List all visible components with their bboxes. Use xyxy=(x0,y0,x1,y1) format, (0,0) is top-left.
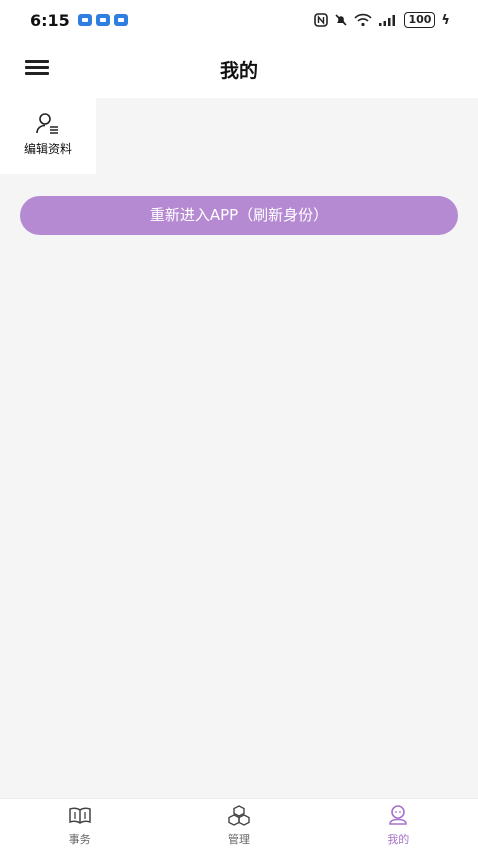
bottom-nav: 事务 管理 我的 xyxy=(0,798,478,850)
edit-profile-button[interactable]: 编辑资料 xyxy=(0,98,96,174)
status-bar: 6:15 100 ϟ xyxy=(0,0,478,40)
app-notification-icon xyxy=(77,14,92,26)
nav-item-manage[interactable]: 管理 xyxy=(159,799,318,850)
nav-label-manage: 管理 xyxy=(227,833,250,846)
nav-item-affairs[interactable]: 事务 xyxy=(0,799,159,850)
nfc-icon xyxy=(314,13,329,27)
cubes-icon xyxy=(228,805,250,826)
charging-icon: ϟ xyxy=(441,12,450,28)
app-header: 我的 xyxy=(0,40,478,98)
nav-label-affairs: 事务 xyxy=(68,833,91,846)
wifi-icon xyxy=(354,13,373,27)
camera-notification-icon xyxy=(95,14,110,26)
battery-indicator: 100 xyxy=(404,12,436,28)
status-time: 6:15 xyxy=(30,10,70,30)
reenter-app-button[interactable]: 重新进入APP（刷新身份） xyxy=(20,196,458,235)
nav-item-mine[interactable]: 我的 xyxy=(319,799,478,850)
book-icon xyxy=(68,807,91,824)
mute-bell-icon xyxy=(335,14,348,26)
status-left: 6:15 xyxy=(30,11,128,30)
app-notification-icon-2 xyxy=(113,14,128,26)
edit-profile-label: 编辑资料 xyxy=(23,142,72,156)
user-icon xyxy=(389,805,408,825)
edit-profile-icon xyxy=(36,113,58,134)
status-right: 100 ϟ xyxy=(314,12,450,28)
signal-icon xyxy=(379,15,396,26)
nav-label-mine: 我的 xyxy=(387,833,410,846)
page-title: 我的 xyxy=(219,60,258,82)
